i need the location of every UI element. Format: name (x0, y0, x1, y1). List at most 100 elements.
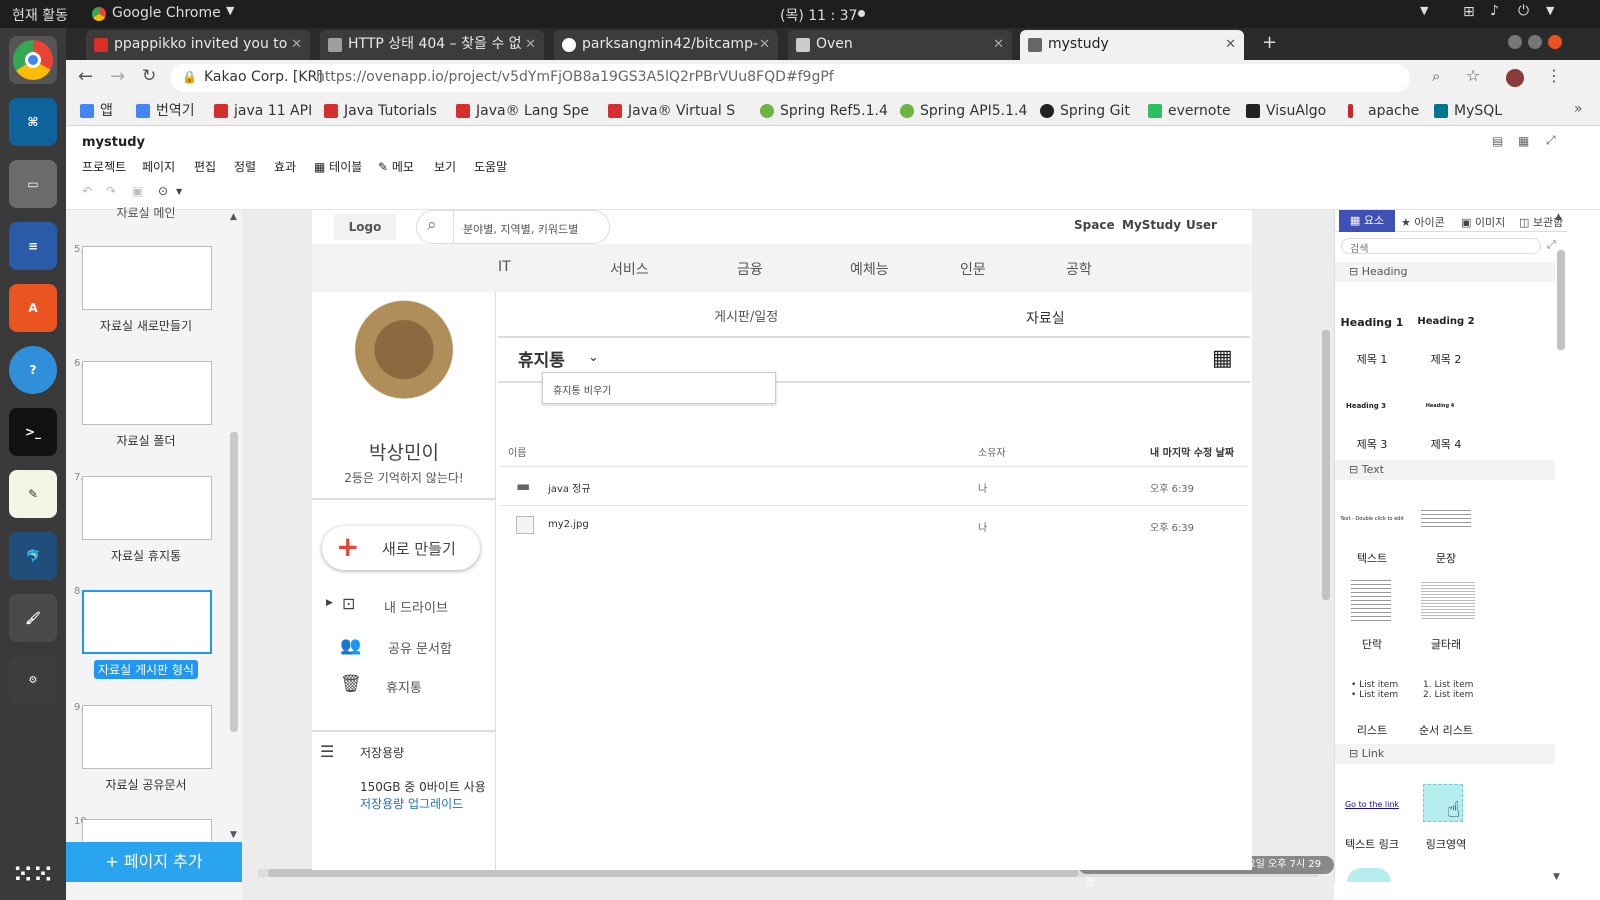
close-icon[interactable]: ✕ (993, 30, 1004, 59)
page-thumbnail[interactable] (82, 361, 212, 425)
bookmark-spring-git[interactable]: Spring Git (1040, 100, 1130, 122)
bookmark-evernote[interactable]: evernote (1148, 100, 1231, 122)
power-icon[interactable]: ⏻ (1518, 3, 1529, 19)
category-service[interactable]: 서비스 (610, 259, 649, 279)
nav-trash[interactable]: 휴지통 (386, 677, 422, 696)
bookmark-java-tutorials[interactable]: Java Tutorials (324, 100, 437, 122)
mock-link-user[interactable]: User (1186, 218, 1217, 232)
menu-help[interactable]: 도움말 (474, 158, 507, 175)
tab-mystudy[interactable]: mystudy ✕ (1020, 30, 1244, 60)
table-row[interactable]: my2.jpg 나 오후 6:39 (500, 506, 1248, 544)
more-bookmarks-icon[interactable]: » (1574, 101, 1583, 117)
reload-button[interactable]: ↻ (142, 66, 156, 86)
chevron-down-icon[interactable]: ⌄ (588, 350, 599, 365)
menu-align[interactable]: 정렬 (234, 158, 256, 175)
menu-table[interactable]: ▦ 테이블 (314, 158, 362, 175)
column-owner[interactable]: 소유자 (978, 444, 1006, 459)
help-icon[interactable]: ? (9, 346, 57, 394)
page-thumbnail[interactable] (82, 476, 212, 540)
scroll-up-arrow[interactable]: ▲ (230, 212, 237, 222)
scroll-down-arrow[interactable]: ▼ (1553, 872, 1560, 882)
tab-oven[interactable]: Oven ✕ (788, 30, 1012, 60)
storage-upgrade-link[interactable]: 저장용량 업그레이드 (360, 795, 463, 812)
tab-board[interactable]: 게시판/일정 (714, 306, 778, 325)
bookmark-spring-ref[interactable]: Spring Ref5.1.4 (760, 100, 888, 122)
vertical-scrollbar[interactable] (1322, 330, 1330, 600)
tab-http-404[interactable]: HTTP 상태 404 – 찾을 수 없 ✕ (320, 30, 544, 60)
category-humanities[interactable]: 인문 (960, 259, 986, 279)
close-icon[interactable]: ✕ (1225, 30, 1236, 59)
expand-arrow-icon[interactable]: ▶ (326, 598, 333, 608)
menu-page[interactable]: 페이지 (142, 158, 175, 175)
page-thumbnail-selected[interactable] (82, 590, 212, 654)
column-name[interactable]: 이름 (508, 444, 526, 459)
tab-files[interactable]: 자료실 (1026, 308, 1065, 328)
writer-icon[interactable]: ≡ (9, 222, 57, 270)
software-center-icon[interactable]: A (9, 284, 57, 332)
undo-icon[interactable]: ↶ (82, 184, 92, 198)
volume-icon[interactable]: ♪ (1490, 3, 1499, 19)
redo-icon[interactable]: ↷ (106, 184, 116, 198)
forward-button[interactable]: → (110, 66, 125, 87)
chevron-down-icon[interactable]: ▼ (1546, 4, 1554, 17)
activities-button[interactable]: 현재 활동 (12, 5, 68, 25)
menu-project[interactable]: 프로젝트 (82, 158, 126, 175)
menu-effect[interactable]: 효과 (274, 158, 296, 175)
files-icon[interactable]: ▭ (9, 160, 57, 208)
bookmark-visualgo[interactable]: VisuAlgo (1246, 100, 1326, 122)
chevron-down-icon[interactable]: ▼ (1420, 4, 1428, 17)
page-label-selected[interactable]: 자료실 게시판 형식 (94, 660, 198, 679)
page-label[interactable]: 자료실 메인 (66, 204, 226, 221)
menu-memo[interactable]: ✎ 메모 (378, 158, 414, 175)
expand-icon[interactable]: ⤢ (1547, 238, 1556, 252)
category-arts[interactable]: 예체능 (850, 259, 889, 279)
url-text[interactable]: https://ovenapp.io/project/v5dYmFjOB8a19… (316, 69, 834, 85)
page-label[interactable]: 자료실 새로만들기 (66, 317, 226, 334)
back-button[interactable]: ← (78, 66, 93, 87)
new-create-button[interactable]: + 새로 만들기 (322, 526, 480, 570)
column-modified[interactable]: 내 마지막 수정 날짜 (1150, 444, 1234, 459)
network-icon[interactable]: ⊞ (1463, 4, 1475, 20)
mock-search-box[interactable]: ⌕ 분야별, 지역별, 키워드별 (416, 210, 610, 245)
page-label[interactable]: 자료실 휴지통 (66, 547, 226, 564)
text-link-sample[interactable]: Go to the link (1337, 800, 1407, 809)
layout-grid-icon[interactable]: ▦ (1518, 134, 1529, 148)
heading2-sample[interactable]: Heading 2 (1411, 316, 1481, 327)
bookmark-mysql[interactable]: MySQL (1434, 100, 1502, 122)
show-apps-icon[interactable]: ⁙⁙ (9, 850, 57, 898)
bookmark-jvm-spec[interactable]: Java® Virtual S (608, 100, 735, 122)
menu-view[interactable]: 보기 (434, 158, 456, 175)
bookmark-java11-api[interactable]: java 11 API (214, 100, 312, 122)
panel-search-input[interactable]: 검색 (1341, 238, 1541, 255)
clock[interactable]: (목) 11 : 37 (780, 5, 858, 25)
minimize-button[interactable] (1508, 35, 1522, 49)
section-heading[interactable]: ⊟ Heading (1335, 262, 1555, 282)
section-link[interactable]: ⊟ Link (1335, 744, 1555, 764)
text-block-sample[interactable] (1421, 582, 1475, 620)
scroll-down-arrow[interactable]: ▼ (230, 830, 237, 840)
add-page-button[interactable]: + 페이지 추가 (66, 842, 242, 882)
tab-github[interactable]: parksangmin42/bitcamp- ✕ (554, 30, 778, 60)
menu-edit[interactable]: 편집 (194, 158, 216, 175)
tab-icons[interactable]: ★ 아이콘 (1401, 214, 1445, 230)
bookmark-java-lang-spec[interactable]: Java® Lang Spe (456, 100, 589, 122)
page-thumbnail[interactable] (82, 819, 212, 841)
zoom-icon[interactable]: ⌕ (1432, 67, 1440, 85)
page-label[interactable]: 자료실 폴더 (66, 432, 226, 449)
bookmark-spring-api[interactable]: Spring API5.1.4 (900, 100, 1027, 122)
save-icon[interactable]: ▣ (132, 184, 143, 198)
page-list-scrollbar[interactable] (230, 432, 238, 732)
close-icon[interactable]: ✕ (759, 30, 770, 59)
star-icon[interactable]: ☆ (1466, 66, 1480, 85)
text-editor-icon[interactable]: ✎ (9, 470, 57, 518)
terminal-icon[interactable]: >_ (9, 408, 57, 456)
paragraph-sample[interactable] (1351, 580, 1391, 624)
page-thumbnail[interactable] (82, 705, 212, 769)
close-icon[interactable]: ✕ (525, 30, 536, 59)
table-row[interactable]: ▬ java 정규 나 오후 6:39 (500, 467, 1248, 505)
new-tab-button[interactable]: + (1262, 32, 1277, 53)
eclipse-ide-icon[interactable]: ⚙ (9, 656, 57, 704)
category-finance[interactable]: 금융 (737, 259, 763, 279)
chevron-down-icon[interactable]: ▼ (226, 4, 234, 17)
layout-single-icon[interactable]: ▤ (1492, 134, 1503, 148)
